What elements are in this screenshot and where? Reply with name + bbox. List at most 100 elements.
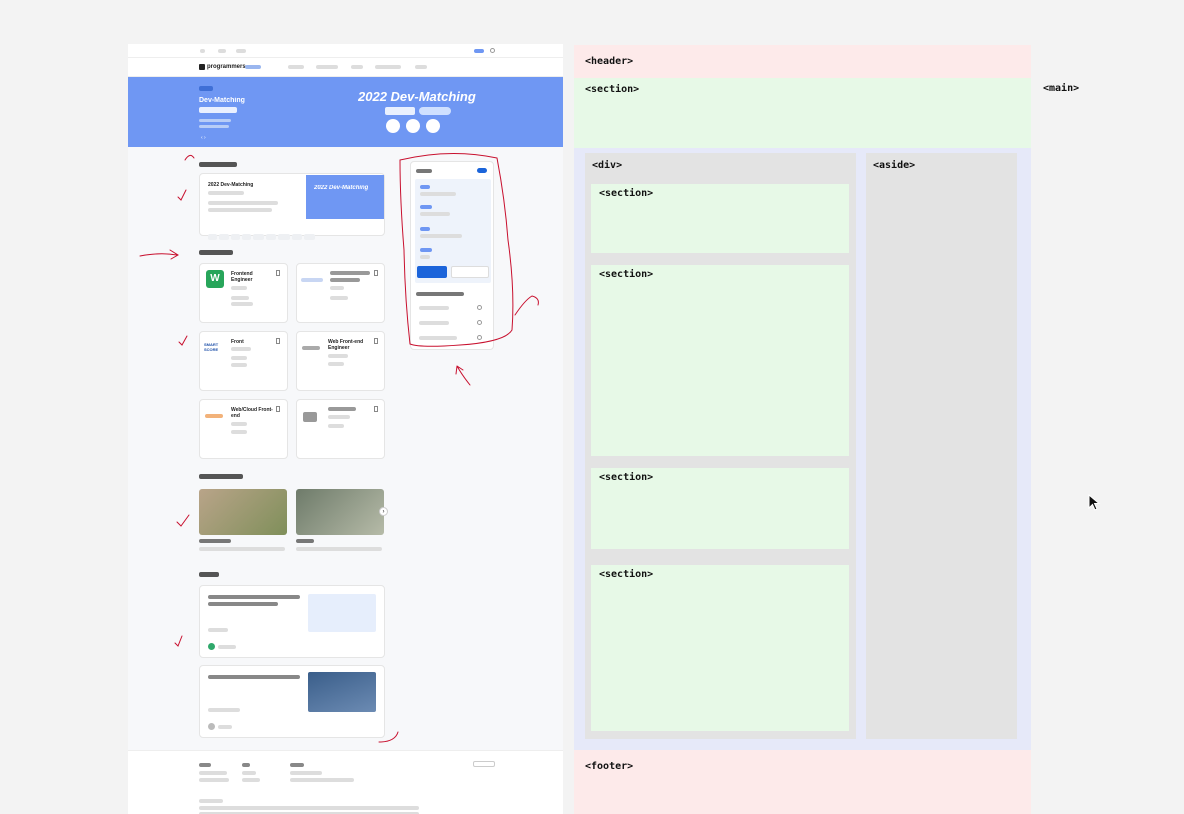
partner-logo	[386, 119, 400, 133]
profile-value	[420, 212, 450, 216]
language-select[interactable]	[473, 761, 495, 767]
section-title-positions[interactable]	[199, 474, 243, 479]
bookmark-icon[interactable]	[374, 406, 378, 412]
nav-item[interactable]	[288, 65, 304, 69]
label-main: <main>	[1043, 83, 1080, 94]
notification-icon[interactable]	[490, 48, 495, 53]
footer-legal	[199, 806, 419, 810]
nav-item[interactable]	[415, 65, 427, 69]
wireframe-main: <section> <div> <section> <section> <sec…	[574, 78, 1031, 750]
banner-pager[interactable]: ‹ ›	[201, 135, 206, 141]
section-title-programs[interactable]	[199, 162, 237, 167]
banner-title: Dev-Matching	[199, 97, 245, 104]
story-tag	[208, 628, 228, 632]
wireframe-top-section: <section>	[574, 78, 1031, 148]
sidebar-title	[416, 169, 432, 173]
job-post-card[interactable]: Web Front-end Engineer	[296, 331, 385, 391]
story-card[interactable]	[199, 665, 385, 738]
position-card-title	[296, 539, 314, 543]
footer-link[interactable]	[242, 771, 256, 775]
position-card-desc	[199, 547, 285, 551]
label-aside: <aside>	[873, 160, 916, 171]
profile-info-panel	[415, 179, 491, 283]
banner-tag	[199, 86, 213, 91]
utility-link[interactable]	[236, 49, 246, 53]
job-post-card[interactable]	[296, 263, 385, 323]
edit-profile-button[interactable]	[417, 266, 447, 278]
story-card[interactable]	[199, 585, 385, 658]
label-section-4: <section>	[599, 569, 654, 580]
company-logo: SMART SCORE	[204, 342, 219, 352]
utility-right-link[interactable]	[474, 49, 484, 53]
company-name	[231, 422, 247, 426]
job-title	[330, 271, 370, 275]
logo-subtext	[245, 65, 261, 69]
profile-label	[420, 248, 432, 252]
job-meta	[231, 302, 253, 306]
footer-link[interactable]	[290, 778, 354, 782]
sidebar-link[interactable]	[419, 336, 457, 340]
section-title-job-posts[interactable]	[199, 250, 233, 255]
bookmark-icon[interactable]	[374, 270, 378, 276]
job-post-card[interactable]: Web/Cloud Front-end	[199, 399, 288, 459]
bookmark-icon[interactable]	[374, 338, 378, 344]
footer-link[interactable]	[290, 771, 322, 775]
sidebar-link[interactable]	[419, 321, 449, 325]
position-card-image[interactable]	[296, 489, 384, 535]
tag	[253, 234, 264, 240]
company-name	[330, 286, 344, 290]
nav-item[interactable]	[351, 65, 363, 69]
site-header: programmers	[128, 58, 563, 77]
profile-label	[420, 185, 430, 189]
footer-link[interactable]	[242, 778, 260, 782]
footer-copyright	[199, 799, 223, 803]
bookmark-icon[interactable]	[276, 406, 280, 412]
story-author-name	[218, 645, 236, 649]
visibility-toggle[interactable]	[477, 168, 487, 173]
footer-link[interactable]	[199, 778, 229, 782]
job-title	[328, 407, 356, 411]
utility-link[interactable]	[218, 49, 226, 53]
sidebar-link-check	[477, 335, 482, 340]
company-logo	[303, 412, 317, 422]
profile-value	[420, 192, 456, 196]
profile-value	[420, 234, 462, 238]
job-post-card[interactable]: SMART SCORE Front	[199, 331, 288, 391]
wireframe-aside: <aside>	[866, 153, 1017, 739]
nav-item[interactable]	[375, 65, 401, 69]
job-post-card[interactable]: W Frontend Engineer	[199, 263, 288, 323]
wireframe-div: <div> <section> <section> <section> <sec…	[585, 153, 856, 739]
wireframe-header: <header>	[574, 45, 1031, 78]
sidebar-link[interactable]	[419, 306, 449, 310]
program-title-line2	[208, 191, 244, 195]
section-title-stories[interactable]	[199, 572, 219, 577]
footer-col-title	[242, 763, 250, 767]
banner-desc	[199, 125, 229, 128]
thumb-title: 2022 Dev-Matching	[314, 185, 369, 191]
story-thumbnail	[308, 672, 376, 712]
footer-link[interactable]	[199, 771, 227, 775]
logo-text[interactable]: programmers	[207, 64, 246, 70]
bookmark-icon[interactable]	[276, 338, 280, 344]
sidebar-link-check	[477, 320, 482, 325]
position-card-image[interactable]	[199, 489, 287, 535]
utility-link[interactable]	[200, 49, 205, 53]
view-resume-button[interactable]	[451, 266, 489, 278]
hero-banner[interactable]: Dev-Matching ‹ › 2022 Dev-Matching	[128, 77, 563, 147]
program-card[interactable]: 2022 Dev-Matching 2022 Dev-Matching	[199, 173, 385, 240]
footer-col-title	[290, 763, 304, 767]
job-post-card[interactable]	[296, 399, 385, 459]
position-card-title	[199, 539, 231, 543]
tag	[291, 234, 303, 240]
banner-big-title: 2022 Dev-Matching	[358, 90, 476, 104]
bookmark-icon[interactable]	[276, 270, 280, 276]
wireframe-section-4: <section>	[591, 565, 849, 731]
logo-icon[interactable]	[199, 64, 205, 70]
program-meta	[208, 201, 278, 205]
job-title: Web Front-end Engineer	[328, 339, 364, 351]
banner-subtitle-chip	[419, 107, 451, 115]
nav-item[interactable]	[316, 65, 338, 69]
carousel-next-button[interactable]: ›	[379, 507, 388, 516]
wireframe-section-3: <section>	[591, 468, 849, 549]
label-section-2: <section>	[599, 269, 654, 280]
